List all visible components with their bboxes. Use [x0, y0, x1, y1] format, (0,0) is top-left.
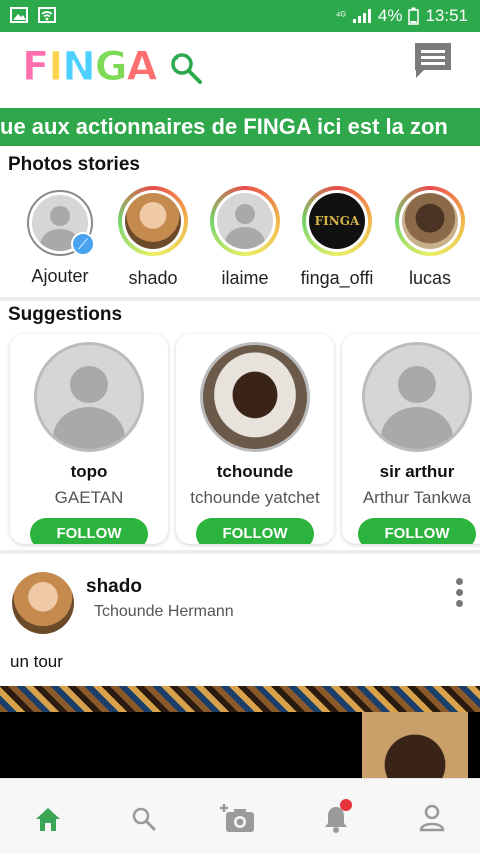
suggestion-fullname: GAETAN	[54, 488, 124, 507]
story-item[interactable]: FINGA finga_offi	[297, 186, 377, 289]
nav-profile[interactable]	[412, 801, 452, 837]
suggestion-username: topo	[70, 462, 108, 481]
post-image[interactable]	[0, 686, 480, 778]
home-icon	[36, 808, 60, 831]
news-ticker[interactable]: ue aux actionnaires de FINGA ici est la …	[0, 108, 480, 146]
network-type: ⁴ᴳ	[335, 10, 346, 22]
notification-badge	[340, 799, 352, 811]
stories-title: Photos stories	[8, 154, 140, 175]
search-icon	[132, 807, 156, 831]
stories-row: ⟋ Ajouter shado ilaime FINGA finga_offi …	[0, 186, 480, 294]
nav-camera[interactable]	[220, 801, 260, 837]
suggestion-card[interactable]: tchounde tchounde yatchet FOLLOW	[176, 334, 334, 544]
logo-letter: F	[21, 44, 49, 91]
finga-logo: FINGA	[21, 44, 158, 91]
follow-button[interactable]: FOLLOW	[196, 518, 314, 544]
story-label: finga_offi	[300, 268, 374, 288]
story-label: shado	[128, 268, 178, 288]
finga-story-logo: FINGA	[309, 193, 365, 249]
wifi-notification-icon	[38, 7, 56, 23]
camera-add-icon	[220, 804, 254, 832]
app-bar: FINGA	[0, 32, 480, 104]
nav-notifications[interactable]	[316, 799, 356, 837]
story-item[interactable]: shado	[113, 186, 193, 289]
post-subtitle: Tchounde Hermann	[94, 603, 234, 620]
profile-icon	[419, 804, 445, 832]
more-options-icon[interactable]	[456, 578, 464, 611]
signal-icon	[352, 9, 371, 23]
messages-icon[interactable]	[412, 40, 454, 82]
logo-letter: G	[94, 44, 128, 91]
story-label: Ajouter	[31, 266, 89, 286]
nav-search[interactable]	[124, 801, 164, 837]
feed-post: shado Tchounde Hermann un tour	[0, 556, 480, 778]
story-item[interactable]: ilaime	[205, 186, 285, 289]
logo-letter: N	[62, 44, 97, 91]
story-add[interactable]: ⟋ Ajouter	[20, 186, 100, 287]
suggestions-title: Suggestions	[8, 304, 123, 325]
logo-letter: A	[126, 44, 158, 91]
suggestion-username: tchounde	[216, 462, 294, 481]
story-label: ilaime	[221, 268, 269, 288]
avatar	[402, 193, 458, 249]
post-caption: un tour	[10, 652, 63, 671]
bottom-navigation	[0, 778, 480, 853]
avatar	[34, 342, 144, 452]
avatar	[362, 342, 472, 452]
divider	[0, 297, 480, 301]
status-bar: ⁴ᴳ 4% 13:51	[0, 0, 480, 32]
suggestion-card[interactable]: sir arthur Arthur Tankwa FOLLOW	[342, 334, 480, 544]
search-refresh-icon[interactable]	[168, 50, 204, 86]
suggestion-fullname: Arthur Tankwa	[362, 488, 472, 507]
story-item[interactable]: lucas	[390, 186, 470, 289]
post-author-name[interactable]: shado	[86, 576, 142, 598]
logo-letter: I	[48, 44, 64, 91]
clock: 13:51	[425, 6, 468, 25]
avatar	[200, 342, 310, 452]
battery-percent: 4%	[377, 6, 403, 25]
story-label: lucas	[408, 268, 452, 288]
post-author-avatar[interactable]	[12, 572, 74, 634]
divider	[0, 550, 480, 554]
avatar	[217, 193, 273, 249]
suggestion-fullname: tchounde yatchet	[190, 488, 320, 507]
follow-button[interactable]: FOLLOW	[358, 518, 476, 544]
suggestion-card[interactable]: topo GAETAN FOLLOW	[10, 334, 168, 544]
gallery-notification-icon	[10, 7, 28, 23]
follow-button[interactable]: FOLLOW	[30, 518, 148, 544]
ticker-text: ue aux actionnaires de FINGA ici est la …	[0, 108, 452, 146]
suggestion-username: sir arthur	[379, 462, 455, 481]
avatar	[125, 193, 181, 249]
add-story-icon: ⟋	[71, 232, 95, 256]
battery-icon	[408, 7, 420, 25]
nav-home[interactable]	[28, 801, 68, 837]
